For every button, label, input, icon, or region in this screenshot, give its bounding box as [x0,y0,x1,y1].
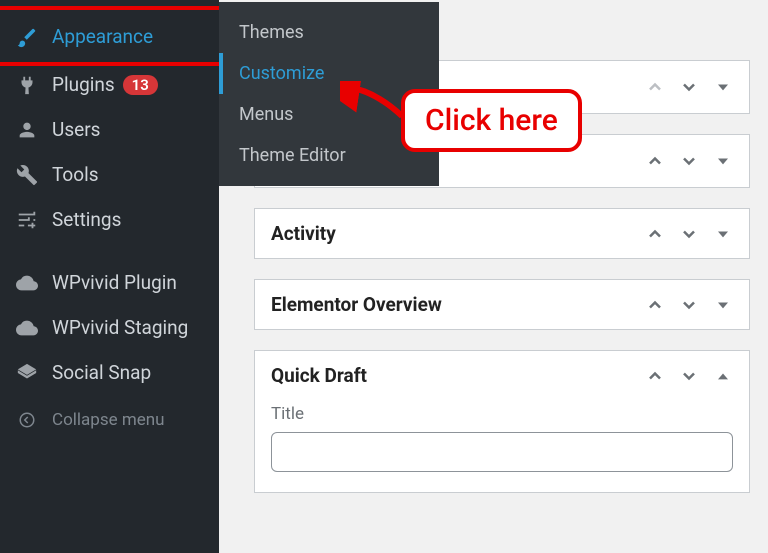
sidebar-collapse[interactable]: Collapse menu [0,399,219,441]
triangle-down-icon[interactable] [713,151,733,171]
annotation-callout: Click here [401,89,582,152]
annotation-arrow [340,81,410,136]
sidebar-label: WPvivid Plugin [52,271,177,294]
sidebar-item-settings[interactable]: Settings [0,197,219,242]
chevron-down-icon[interactable] [679,77,699,97]
sliders-icon [14,209,40,231]
triangle-down-icon[interactable] [713,77,733,97]
cloud-icon [14,317,40,339]
chevron-up-icon[interactable] [645,224,665,244]
panel-elementor: Elementor Overview [254,279,750,330]
chevron-up-icon[interactable] [645,77,665,97]
sidebar-item-users[interactable]: Users [0,107,219,152]
panel-title: Elementor Overview [271,293,645,316]
sidebar-item-appearance[interactable]: Appearance [0,6,223,66]
chevron-down-icon[interactable] [679,366,699,386]
plugins-badge: 13 [123,75,158,95]
sidebar-label: Settings [52,208,121,231]
chevron-up-icon[interactable] [645,295,665,315]
panel-title: Activity [271,222,645,245]
chevron-down-icon[interactable] [679,151,699,171]
sidebar-item-wpvivid-plugin[interactable]: WPvivid Plugin [0,260,219,305]
chevron-down-icon[interactable] [679,224,699,244]
collapse-icon [14,411,40,429]
panel-quick-draft: Quick Draft Title [254,350,750,493]
user-icon [14,119,40,141]
submenu-themes[interactable]: Themes [219,12,439,53]
sidebar-label: Users [52,118,100,141]
chevron-up-icon[interactable] [645,366,665,386]
sidebar-item-tools[interactable]: Tools [0,152,219,197]
sidebar-item-wpvivid-staging[interactable]: WPvivid Staging [0,305,219,350]
triangle-down-icon[interactable] [713,224,733,244]
sidebar-label: Social Snap [52,361,151,384]
triangle-up-icon[interactable] [713,366,733,386]
title-input[interactable] [271,432,733,472]
sidebar-label: Tools [52,163,99,186]
chevron-down-icon[interactable] [679,295,699,315]
title-label: Title [271,404,733,424]
cloud-icon [14,272,40,294]
brush-icon [14,26,40,48]
sidebar-label: Collapse menu [52,410,165,430]
sidebar-item-social-snap[interactable]: Social Snap [0,350,219,395]
plug-icon [14,74,40,96]
sidebar-label: WPvivid Staging [52,316,188,339]
sidebar-label: Plugins [52,73,115,96]
triangle-down-icon[interactable] [713,295,733,315]
panel-title: Quick Draft [271,364,645,387]
wrench-icon [14,164,40,186]
panel-activity: Activity [254,208,750,259]
chevron-up-icon[interactable] [645,151,665,171]
layers-icon [14,362,40,384]
sidebar-item-plugins[interactable]: Plugins 13 [0,62,219,107]
admin-sidebar: Appearance Plugins 13 Users Tools [0,0,219,553]
sidebar-label: Appearance [52,25,153,48]
